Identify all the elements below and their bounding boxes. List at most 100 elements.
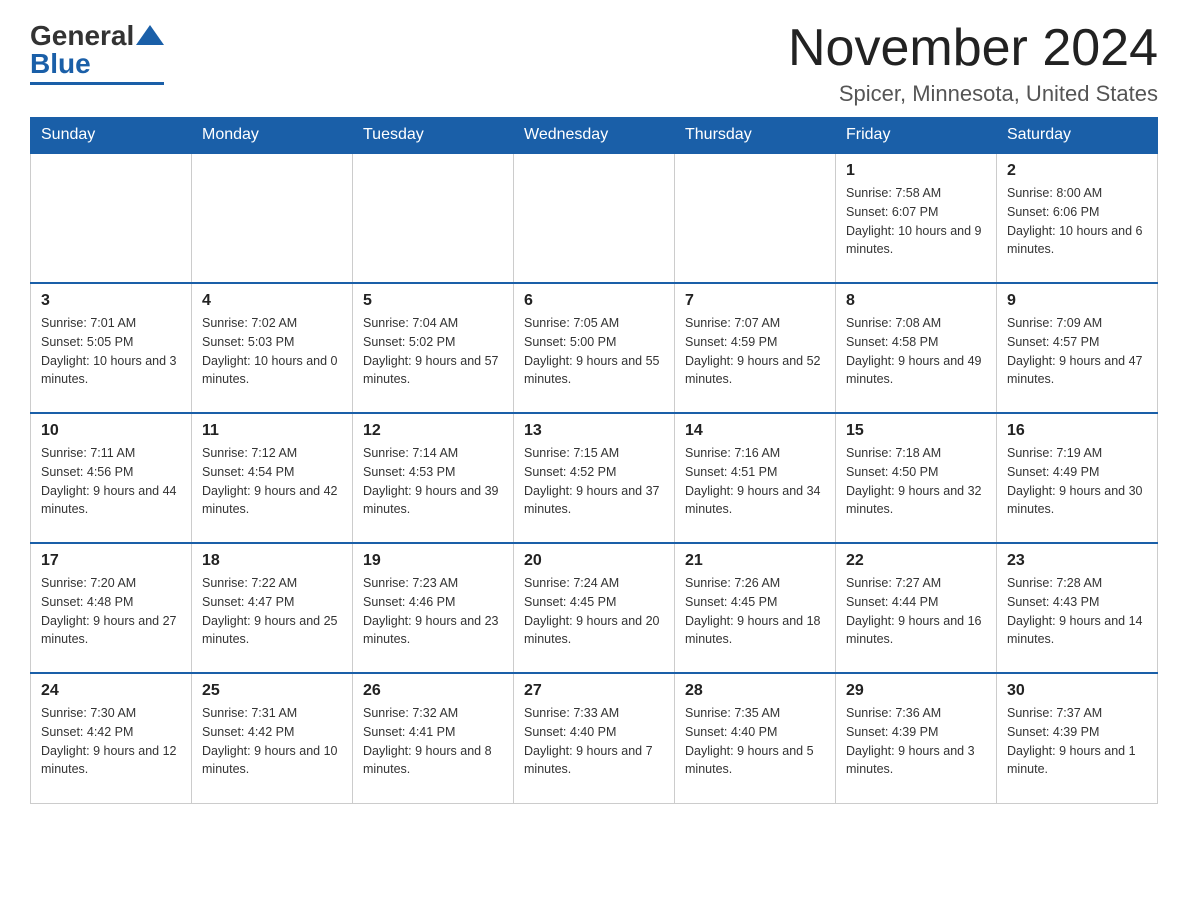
day-sun-info: Sunrise: 7:19 AM Sunset: 4:49 PM Dayligh…: [1007, 444, 1147, 519]
day-number: 18: [202, 552, 342, 570]
day-sun-info: Sunrise: 7:11 AM Sunset: 4:56 PM Dayligh…: [41, 444, 181, 519]
location-subtitle: Spicer, Minnesota, United States: [788, 81, 1158, 107]
calendar-day-cell: 23 Sunrise: 7:28 AM Sunset: 4:43 PM Dayli…: [997, 543, 1158, 673]
day-of-week-header: Monday: [192, 118, 353, 154]
calendar-day-cell: 14Sunrise: 7:16 AM Sunset: 4:51 PM Dayli…: [675, 413, 836, 543]
day-number: 20: [524, 552, 664, 570]
day-number: 1: [846, 162, 986, 180]
day-number: 16: [1007, 422, 1147, 440]
day-sun-info: Sunrise: 7:02 AM Sunset: 5:03 PM Dayligh…: [202, 314, 342, 389]
calendar-day-cell: 7 Sunrise: 7:07 AM Sunset: 4:59 PM Daylig…: [675, 283, 836, 413]
day-sun-info: Sunrise: 7:08 AM Sunset: 4:58 PM Dayligh…: [846, 314, 986, 389]
calendar-day-cell: 21Sunrise: 7:26 AM Sunset: 4:45 PM Dayli…: [675, 543, 836, 673]
day-sun-info: Sunrise: 7:58 AM Sunset: 6:07 PM Dayligh…: [846, 184, 986, 259]
day-number: 6: [524, 292, 664, 310]
title-block: November 2024 Spicer, Minnesota, United …: [788, 20, 1158, 107]
day-number: 10: [41, 422, 181, 440]
day-number: 17: [41, 552, 181, 570]
day-sun-info: Sunrise: 7:37 AM Sunset: 4:39 PM Dayligh…: [1007, 704, 1147, 779]
calendar-week-row: 1 Sunrise: 7:58 AM Sunset: 6:07 PM Daylig…: [31, 153, 1158, 283]
day-number: 30: [1007, 682, 1147, 700]
calendar-day-cell: 29Sunrise: 7:36 AM Sunset: 4:39 PM Dayli…: [836, 673, 997, 803]
day-number: 2: [1007, 162, 1147, 180]
day-sun-info: Sunrise: 7:14 AM Sunset: 4:53 PM Dayligh…: [363, 444, 503, 519]
day-number: 23: [1007, 552, 1147, 570]
day-number: 24: [41, 682, 181, 700]
calendar-day-cell: 8 Sunrise: 7:08 AM Sunset: 4:58 PM Daylig…: [836, 283, 997, 413]
calendar-day-cell: [192, 153, 353, 283]
calendar-day-cell: 19 Sunrise: 7:23 AM Sunset: 4:46 PM Dayli…: [353, 543, 514, 673]
day-number: 4: [202, 292, 342, 310]
calendar-header: SundayMondayTuesdayWednesdayThursdayFrid…: [31, 118, 1158, 154]
logo-triangle-icon: [136, 25, 164, 45]
calendar-day-cell: [353, 153, 514, 283]
day-number: 28: [685, 682, 825, 700]
calendar-day-cell: [31, 153, 192, 283]
day-sun-info: Sunrise: 7:27 AM Sunset: 4:44 PM Dayligh…: [846, 574, 986, 649]
calendar-day-cell: 3Sunrise: 7:01 AM Sunset: 5:05 PM Daylig…: [31, 283, 192, 413]
calendar-day-cell: 9 Sunrise: 7:09 AM Sunset: 4:57 PM Daylig…: [997, 283, 1158, 413]
day-sun-info: Sunrise: 7:12 AM Sunset: 4:54 PM Dayligh…: [202, 444, 342, 519]
calendar-day-cell: 22 Sunrise: 7:27 AM Sunset: 4:44 PM Dayli…: [836, 543, 997, 673]
calendar-week-row: 17 Sunrise: 7:20 AM Sunset: 4:48 PM Dayli…: [31, 543, 1158, 673]
day-sun-info: Sunrise: 7:20 AM Sunset: 4:48 PM Dayligh…: [41, 574, 181, 649]
day-number: 26: [363, 682, 503, 700]
calendar-day-cell: 18Sunrise: 7:22 AM Sunset: 4:47 PM Dayli…: [192, 543, 353, 673]
day-sun-info: Sunrise: 8:00 AM Sunset: 6:06 PM Dayligh…: [1007, 184, 1147, 259]
day-number: 12: [363, 422, 503, 440]
day-of-week-header: Saturday: [997, 118, 1158, 154]
day-number: 11: [202, 422, 342, 440]
day-sun-info: Sunrise: 7:09 AM Sunset: 4:57 PM Dayligh…: [1007, 314, 1147, 389]
calendar-week-row: 24Sunrise: 7:30 AM Sunset: 4:42 PM Dayli…: [31, 673, 1158, 803]
calendar-table: SundayMondayTuesdayWednesdayThursdayFrid…: [30, 117, 1158, 804]
calendar-day-cell: 17 Sunrise: 7:20 AM Sunset: 4:48 PM Dayli…: [31, 543, 192, 673]
logo: General Blue: [30, 20, 164, 85]
day-number: 9: [1007, 292, 1147, 310]
day-number: 19: [363, 552, 503, 570]
calendar-day-cell: 5Sunrise: 7:04 AM Sunset: 5:02 PM Daylig…: [353, 283, 514, 413]
day-number: 5: [363, 292, 503, 310]
day-sun-info: Sunrise: 7:16 AM Sunset: 4:51 PM Dayligh…: [685, 444, 825, 519]
day-sun-info: Sunrise: 7:23 AM Sunset: 4:46 PM Dayligh…: [363, 574, 503, 649]
day-sun-info: Sunrise: 7:18 AM Sunset: 4:50 PM Dayligh…: [846, 444, 986, 519]
day-of-week-header: Friday: [836, 118, 997, 154]
day-sun-info: Sunrise: 7:26 AM Sunset: 4:45 PM Dayligh…: [685, 574, 825, 649]
day-sun-info: Sunrise: 7:31 AM Sunset: 4:42 PM Dayligh…: [202, 704, 342, 779]
day-number: 25: [202, 682, 342, 700]
calendar-day-cell: 24Sunrise: 7:30 AM Sunset: 4:42 PM Dayli…: [31, 673, 192, 803]
calendar-day-cell: 26 Sunrise: 7:32 AM Sunset: 4:41 PM Dayli…: [353, 673, 514, 803]
calendar-week-row: 10 Sunrise: 7:11 AM Sunset: 4:56 PM Dayli…: [31, 413, 1158, 543]
day-sun-info: Sunrise: 7:28 AM Sunset: 4:43 PM Dayligh…: [1007, 574, 1147, 649]
calendar-day-cell: 20 Sunrise: 7:24 AM Sunset: 4:45 PM Dayli…: [514, 543, 675, 673]
day-number: 29: [846, 682, 986, 700]
day-number: 22: [846, 552, 986, 570]
day-number: 8: [846, 292, 986, 310]
day-of-week-header: Thursday: [675, 118, 836, 154]
calendar-day-cell: 11 Sunrise: 7:12 AM Sunset: 4:54 PM Dayli…: [192, 413, 353, 543]
calendar-week-row: 3Sunrise: 7:01 AM Sunset: 5:05 PM Daylig…: [31, 283, 1158, 413]
day-number: 27: [524, 682, 664, 700]
day-sun-info: Sunrise: 7:32 AM Sunset: 4:41 PM Dayligh…: [363, 704, 503, 779]
day-of-week-header: Sunday: [31, 118, 192, 154]
day-sun-info: Sunrise: 7:01 AM Sunset: 5:05 PM Dayligh…: [41, 314, 181, 389]
day-sun-info: Sunrise: 7:33 AM Sunset: 4:40 PM Dayligh…: [524, 704, 664, 779]
calendar-day-cell: 1 Sunrise: 7:58 AM Sunset: 6:07 PM Daylig…: [836, 153, 997, 283]
day-number: 13: [524, 422, 664, 440]
month-title: November 2024: [788, 20, 1158, 77]
calendar-day-cell: 25 Sunrise: 7:31 AM Sunset: 4:42 PM Dayli…: [192, 673, 353, 803]
calendar-day-cell: 6 Sunrise: 7:05 AM Sunset: 5:00 PM Daylig…: [514, 283, 675, 413]
calendar-day-cell: 15 Sunrise: 7:18 AM Sunset: 4:50 PM Dayli…: [836, 413, 997, 543]
calendar-day-cell: 4 Sunrise: 7:02 AM Sunset: 5:03 PM Daylig…: [192, 283, 353, 413]
day-number: 7: [685, 292, 825, 310]
calendar-day-cell: 30 Sunrise: 7:37 AM Sunset: 4:39 PM Dayli…: [997, 673, 1158, 803]
day-sun-info: Sunrise: 7:07 AM Sunset: 4:59 PM Dayligh…: [685, 314, 825, 389]
page-header: General Blue November 2024 Spicer, Minne…: [30, 20, 1158, 107]
calendar-day-cell: 28Sunrise: 7:35 AM Sunset: 4:40 PM Dayli…: [675, 673, 836, 803]
calendar-body: 1 Sunrise: 7:58 AM Sunset: 6:07 PM Daylig…: [31, 153, 1158, 803]
day-number: 15: [846, 422, 986, 440]
calendar-day-cell: 12 Sunrise: 7:14 AM Sunset: 4:53 PM Dayli…: [353, 413, 514, 543]
day-of-week-header: Tuesday: [353, 118, 514, 154]
calendar-day-cell: [514, 153, 675, 283]
day-sun-info: Sunrise: 7:24 AM Sunset: 4:45 PM Dayligh…: [524, 574, 664, 649]
day-sun-info: Sunrise: 7:05 AM Sunset: 5:00 PM Dayligh…: [524, 314, 664, 389]
